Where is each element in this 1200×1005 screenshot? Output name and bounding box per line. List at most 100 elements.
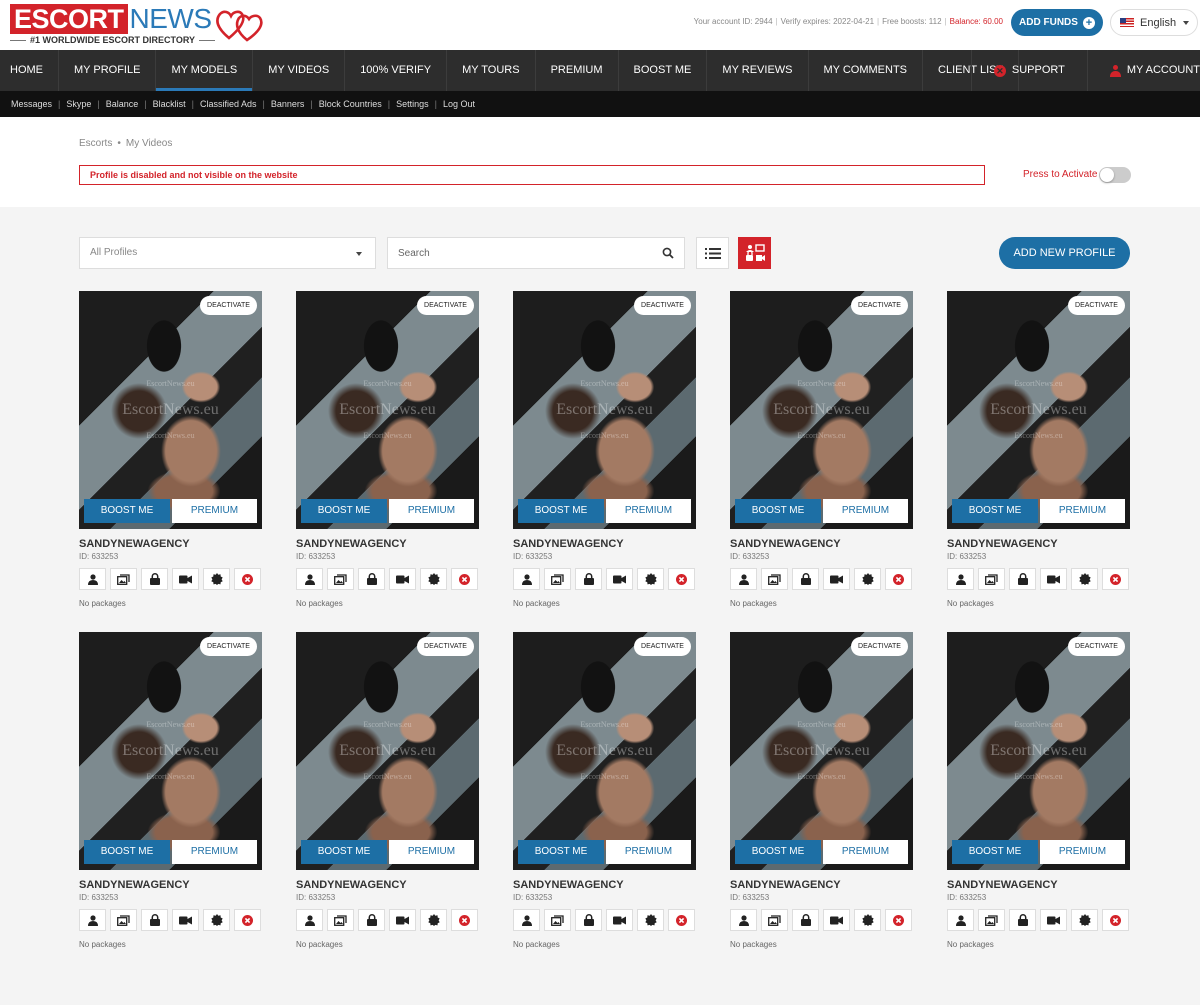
- profile-photo[interactable]: EscortNews.eu EscortNews.eu EscortNews.e…: [79, 291, 262, 529]
- photos-button[interactable]: [327, 909, 354, 931]
- profile-name[interactable]: SANDYNEWAGENCY: [513, 538, 624, 550]
- nav-premium[interactable]: PREMIUM: [536, 50, 619, 91]
- boost-me-button[interactable]: BOOST ME: [301, 499, 387, 523]
- verify-button[interactable]: [637, 909, 664, 931]
- boost-me-button[interactable]: BOOST ME: [735, 840, 821, 864]
- profile-name[interactable]: SANDYNEWAGENCY: [296, 538, 407, 550]
- delete-button[interactable]: [885, 568, 912, 590]
- edit-profile-button[interactable]: [296, 568, 323, 590]
- subnav-messages[interactable]: Messages: [11, 99, 52, 109]
- profile-name[interactable]: SANDYNEWAGENCY: [79, 879, 190, 891]
- delete-button[interactable]: [234, 909, 261, 931]
- subnav-balance[interactable]: Balance: [106, 99, 139, 109]
- search-icon[interactable]: [662, 247, 674, 259]
- private-button[interactable]: [141, 909, 168, 931]
- photos-button[interactable]: [544, 568, 571, 590]
- photos-button[interactable]: [978, 568, 1005, 590]
- verify-button[interactable]: [854, 568, 881, 590]
- nav-boost-me[interactable]: BOOST ME: [619, 50, 708, 91]
- premium-button[interactable]: PREMIUM: [172, 840, 257, 864]
- private-button[interactable]: [792, 909, 819, 931]
- profiles-select[interactable]: All Profiles: [79, 237, 376, 269]
- nav-home[interactable]: HOME: [0, 50, 59, 91]
- videos-button[interactable]: [389, 909, 416, 931]
- boost-me-button[interactable]: BOOST ME: [952, 840, 1038, 864]
- photos-button[interactable]: [544, 909, 571, 931]
- videos-button[interactable]: [606, 568, 633, 590]
- delete-button[interactable]: [234, 568, 261, 590]
- videos-button[interactable]: [389, 568, 416, 590]
- profile-name[interactable]: SANDYNEWAGENCY: [730, 538, 841, 550]
- videos-button[interactable]: [1040, 568, 1067, 590]
- delete-button[interactable]: [1102, 568, 1129, 590]
- premium-button[interactable]: PREMIUM: [823, 840, 908, 864]
- edit-profile-button[interactable]: [730, 909, 757, 931]
- subnav-classified-ads[interactable]: Classified Ads: [200, 99, 257, 109]
- language-select[interactable]: English: [1110, 9, 1198, 36]
- profile-name[interactable]: SANDYNEWAGENCY: [513, 879, 624, 891]
- nav-my-videos[interactable]: MY VIDEOS: [253, 50, 346, 91]
- edit-profile-button[interactable]: [79, 909, 106, 931]
- private-button[interactable]: [1009, 568, 1036, 590]
- deactivate-button[interactable]: DEACTIVATE: [200, 296, 257, 315]
- edit-profile-button[interactable]: [947, 568, 974, 590]
- photos-button[interactable]: [110, 909, 137, 931]
- nav-my-account[interactable]: MY ACCOUNT: [1086, 50, 1200, 91]
- deactivate-button[interactable]: DEACTIVATE: [1068, 296, 1125, 315]
- edit-profile-button[interactable]: [947, 909, 974, 931]
- edit-profile-button[interactable]: [730, 568, 757, 590]
- profile-photo[interactable]: EscortNews.eu EscortNews.eu EscortNews.e…: [513, 632, 696, 870]
- private-button[interactable]: [792, 568, 819, 590]
- deactivate-button[interactable]: DEACTIVATE: [1068, 637, 1125, 656]
- videos-button[interactable]: [172, 909, 199, 931]
- nav-my-profile[interactable]: MY PROFILE: [59, 50, 157, 91]
- videos-button[interactable]: [172, 568, 199, 590]
- boost-me-button[interactable]: BOOST ME: [518, 499, 604, 523]
- profile-photo[interactable]: EscortNews.eu EscortNews.eu EscortNews.e…: [296, 632, 479, 870]
- grid-view-button[interactable]: [738, 237, 771, 269]
- videos-button[interactable]: [823, 909, 850, 931]
- deactivate-button[interactable]: DEACTIVATE: [417, 296, 474, 315]
- edit-profile-button[interactable]: [296, 909, 323, 931]
- site-logo[interactable]: ESCORT NEWS #1 WORLDWIDE ESCORT DIRECTOR…: [10, 4, 270, 46]
- add-new-profile-button[interactable]: ADD NEW PROFILE: [999, 237, 1130, 269]
- edit-profile-button[interactable]: [79, 568, 106, 590]
- subnav-skype[interactable]: Skype: [66, 99, 91, 109]
- profile-photo[interactable]: EscortNews.eu EscortNews.eu EscortNews.e…: [947, 632, 1130, 870]
- videos-button[interactable]: [606, 909, 633, 931]
- boost-me-button[interactable]: BOOST ME: [518, 840, 604, 864]
- activate-toggle[interactable]: [1099, 167, 1131, 183]
- premium-button[interactable]: PREMIUM: [606, 499, 691, 523]
- search-input[interactable]: [387, 237, 685, 269]
- boost-me-button[interactable]: BOOST ME: [301, 840, 387, 864]
- profile-photo[interactable]: EscortNews.eu EscortNews.eu EscortNews.e…: [513, 291, 696, 529]
- videos-button[interactable]: [1040, 909, 1067, 931]
- edit-profile-button[interactable]: [513, 568, 540, 590]
- photos-button[interactable]: [978, 909, 1005, 931]
- private-button[interactable]: [575, 909, 602, 931]
- premium-button[interactable]: PREMIUM: [389, 499, 474, 523]
- subnav-block-countries[interactable]: Block Countries: [319, 99, 382, 109]
- delete-button[interactable]: [1102, 909, 1129, 931]
- photos-button[interactable]: [110, 568, 137, 590]
- profile-name[interactable]: SANDYNEWAGENCY: [79, 538, 190, 550]
- profile-photo[interactable]: EscortNews.eu EscortNews.eu EscortNews.e…: [730, 291, 913, 529]
- profile-name[interactable]: SANDYNEWAGENCY: [296, 879, 407, 891]
- breadcrumb-root[interactable]: Escorts: [79, 138, 112, 149]
- private-button[interactable]: [1009, 909, 1036, 931]
- boost-me-button[interactable]: BOOST ME: [84, 840, 170, 864]
- list-view-button[interactable]: [696, 237, 729, 269]
- verify-button[interactable]: [420, 909, 447, 931]
- boost-me-button[interactable]: BOOST ME: [84, 499, 170, 523]
- profile-name[interactable]: SANDYNEWAGENCY: [947, 538, 1058, 550]
- deactivate-button[interactable]: DEACTIVATE: [417, 637, 474, 656]
- deactivate-button[interactable]: DEACTIVATE: [851, 296, 908, 315]
- private-button[interactable]: [575, 568, 602, 590]
- subnav-settings[interactable]: Settings: [396, 99, 429, 109]
- premium-button[interactable]: PREMIUM: [823, 499, 908, 523]
- verify-button[interactable]: [203, 909, 230, 931]
- nav-my-tours[interactable]: MY TOURS: [447, 50, 536, 91]
- boost-me-button[interactable]: BOOST ME: [735, 499, 821, 523]
- private-button[interactable]: [358, 909, 385, 931]
- nav-my-reviews[interactable]: MY REVIEWS: [707, 50, 809, 91]
